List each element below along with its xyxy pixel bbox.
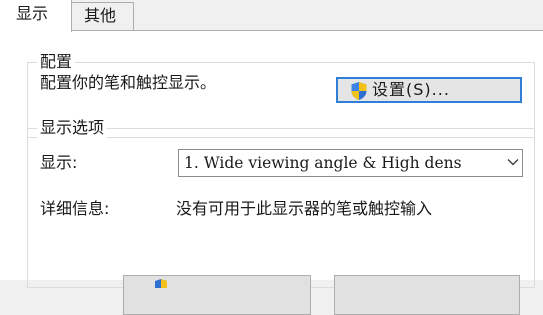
settings-button-label: 设置(S)... [372,80,450,99]
settings-button[interactable]: 设置(S)... [336,77,522,103]
config-description: 配置你的笔和触控显示。 [40,73,217,92]
reset-button[interactable] [334,275,520,315]
tab-strip: 显示 其他 [0,0,543,32]
tab-display[interactable]: 显示 [0,0,72,32]
display-options-group: 显示选项 显示: 1. Wide viewing angle & High de… [27,117,535,288]
details-label: 详细信息: [40,199,110,218]
calibrate-button[interactable] [123,275,311,315]
tab-page-display: 配置 配置你的笔和触控显示。 设置(S)... 显示选项 显示: 1. Wide… [0,31,543,315]
tab-other[interactable]: 其他 [72,2,134,32]
details-value: 没有可用于此显示器的笔或触控输入 [176,199,433,218]
tab-display-label: 显示 [16,4,49,23]
chevron-down-icon [507,158,519,166]
display-label: 显示: [40,153,78,172]
uac-shield-icon [351,82,367,100]
display-options-group-title: 显示选项 [37,117,108,139]
display-select[interactable]: 1. Wide viewing angle & High dens [178,149,523,177]
display-select-value: 1. Wide viewing angle & High dens [184,154,462,172]
config-group-title: 配置 [37,51,76,73]
tab-other-label: 其他 [84,6,117,25]
